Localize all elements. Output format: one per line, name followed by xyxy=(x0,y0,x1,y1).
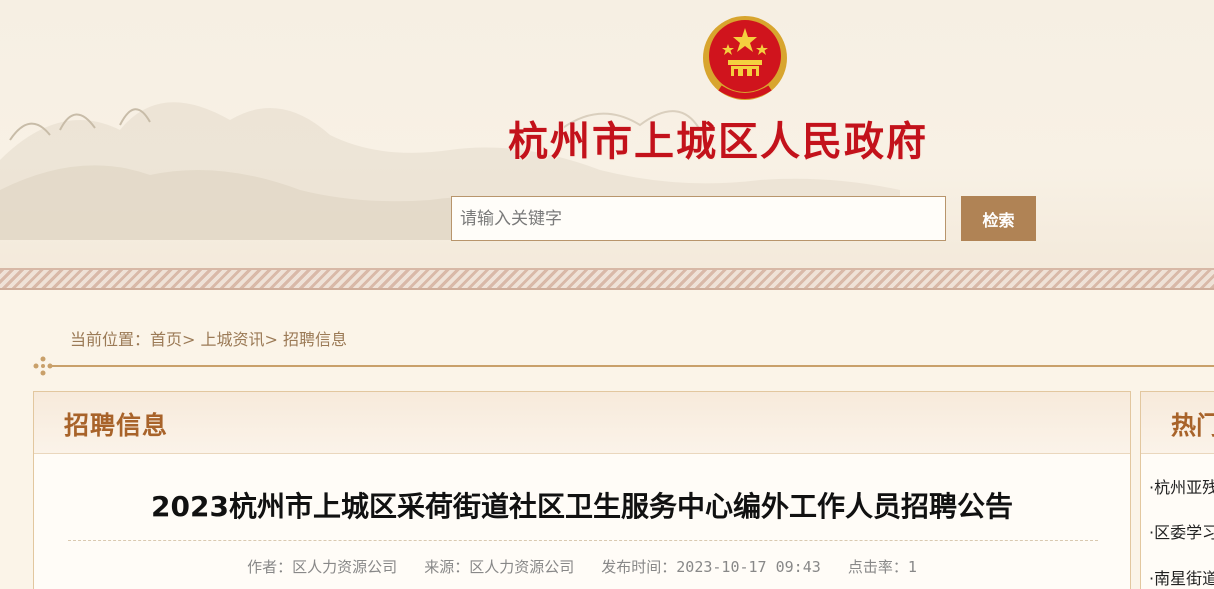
search-button[interactable]: 检索 xyxy=(961,196,1036,241)
article-divider xyxy=(68,540,1098,541)
hot-news-item[interactable]: ·区委学习 xyxy=(1149,519,1214,543)
breadcrumb-news[interactable]: 上城资讯 xyxy=(201,330,265,349)
search-input[interactable] xyxy=(451,196,946,241)
hot-news-header: 热门 xyxy=(1141,392,1214,454)
meta-date: 发布时间：2023-10-17 09:43 xyxy=(601,558,821,576)
breadcrumb: 当前位置：首页> 上城资讯> 招聘信息 xyxy=(70,326,347,350)
breadcrumb-divider xyxy=(50,365,1214,367)
meta-author: 作者：区人力资源公司 xyxy=(247,558,397,576)
meta-author-label: 作者： xyxy=(247,558,293,576)
hot-news-title: 热门 xyxy=(1171,411,1214,440)
meta-clicks-label: 点击率： xyxy=(847,558,908,576)
header-decorative-border xyxy=(0,268,1214,290)
section-header: 招聘信息 xyxy=(34,392,1130,454)
site-title: 杭州市上城区人民政府 xyxy=(508,118,928,165)
breadcrumb-separator: > xyxy=(182,330,196,349)
meta-date-label: 发布时间： xyxy=(601,558,677,576)
main-content-panel: 招聘信息 2023杭州市上城区采荷街道社区卫生服务中心编外工作人员招聘公告 作者… xyxy=(33,391,1131,589)
meta-clicks-value: 1 xyxy=(907,558,917,576)
hot-news-item[interactable]: ·南星街道 xyxy=(1149,565,1214,589)
breadcrumb-prefix: 当前位置： xyxy=(70,330,151,349)
meta-clicks: 点击率：1 xyxy=(848,558,917,576)
meta-source: 来源：区人力资源公司 xyxy=(424,558,574,576)
hot-news-panel: 热门 ·杭州亚残 ·区委学习 ·南星街道 xyxy=(1140,391,1214,589)
breadcrumb-home[interactable]: 首页 xyxy=(150,330,182,349)
meta-author-value: 区人力资源公司 xyxy=(292,558,398,576)
breadcrumb-separator: > xyxy=(264,330,278,349)
breadcrumb-recruitment[interactable]: 招聘信息 xyxy=(283,330,347,349)
national-emblem-icon xyxy=(703,16,787,100)
article-title: 2023杭州市上城区采荷街道社区卫生服务中心编外工作人员招聘公告 xyxy=(151,490,1013,523)
section-title: 招聘信息 xyxy=(64,411,169,440)
article-meta: 作者：区人力资源公司 来源：区人力资源公司 发布时间：2023-10-17 09… xyxy=(34,556,1130,577)
meta-date-value: 2023-10-17 09:43 xyxy=(676,558,821,576)
meta-source-value: 区人力资源公司 xyxy=(469,558,575,576)
hot-news-item[interactable]: ·杭州亚残 xyxy=(1149,474,1214,498)
site-header: 杭州市上城区人民政府 检索 xyxy=(0,0,1214,276)
meta-source-label: 来源： xyxy=(424,558,470,576)
